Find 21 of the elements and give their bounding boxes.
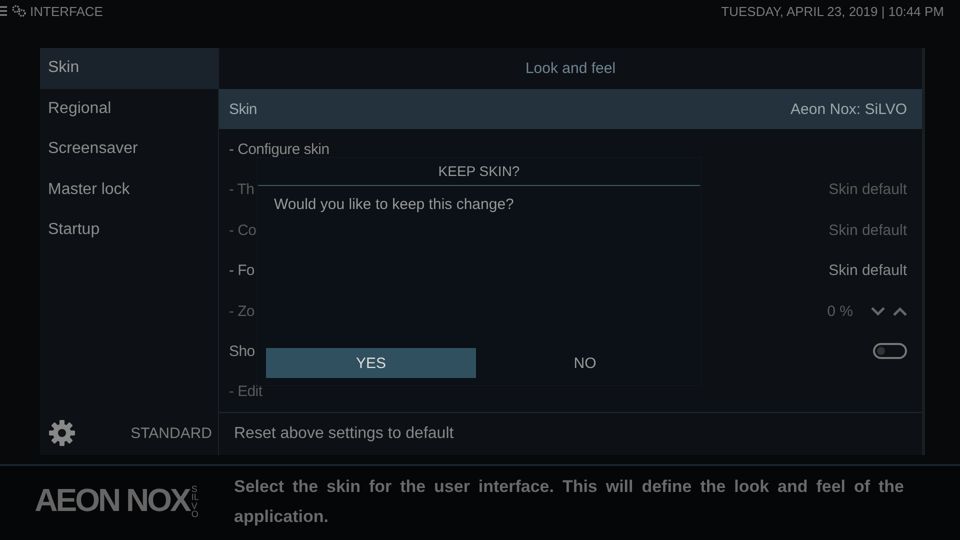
setting-label: - Th (229, 181, 254, 198)
setting-label: - Configure skin (229, 141, 330, 158)
date-time: TUESDAY, APRIL 23, 2019 | 10:44 PM (721, 4, 944, 18)
setting-value: Aeon Nox: SiLVO (790, 100, 907, 118)
setting-value: 0 % (827, 302, 853, 320)
logo-subtitle: SILVO (191, 484, 200, 519)
description-text: Select the skin for the user interface. This will define the look and feel of the application. (234, 476, 905, 528)
screen-title: INTERFACE (30, 4, 103, 18)
setting-value: Skin default (828, 222, 907, 239)
dialog-message: Would you like to keep this change? (273, 195, 515, 215)
setting-label: - Zo (229, 302, 254, 320)
setting-label: - Edit (229, 383, 262, 400)
group-title: Look and feel (524, 59, 617, 79)
logo-text: AEON NOX (34, 482, 190, 519)
setting-label: - Co (229, 222, 256, 239)
setting-value: Skin default (828, 262, 907, 280)
setting-label: - Fo (229, 262, 254, 280)
setting-label: Skin (229, 100, 257, 118)
dialog-title: KEEP SKIN? (258, 158, 700, 186)
setting-value: Skin default (828, 181, 907, 198)
setting-label: Sho (229, 342, 255, 360)
